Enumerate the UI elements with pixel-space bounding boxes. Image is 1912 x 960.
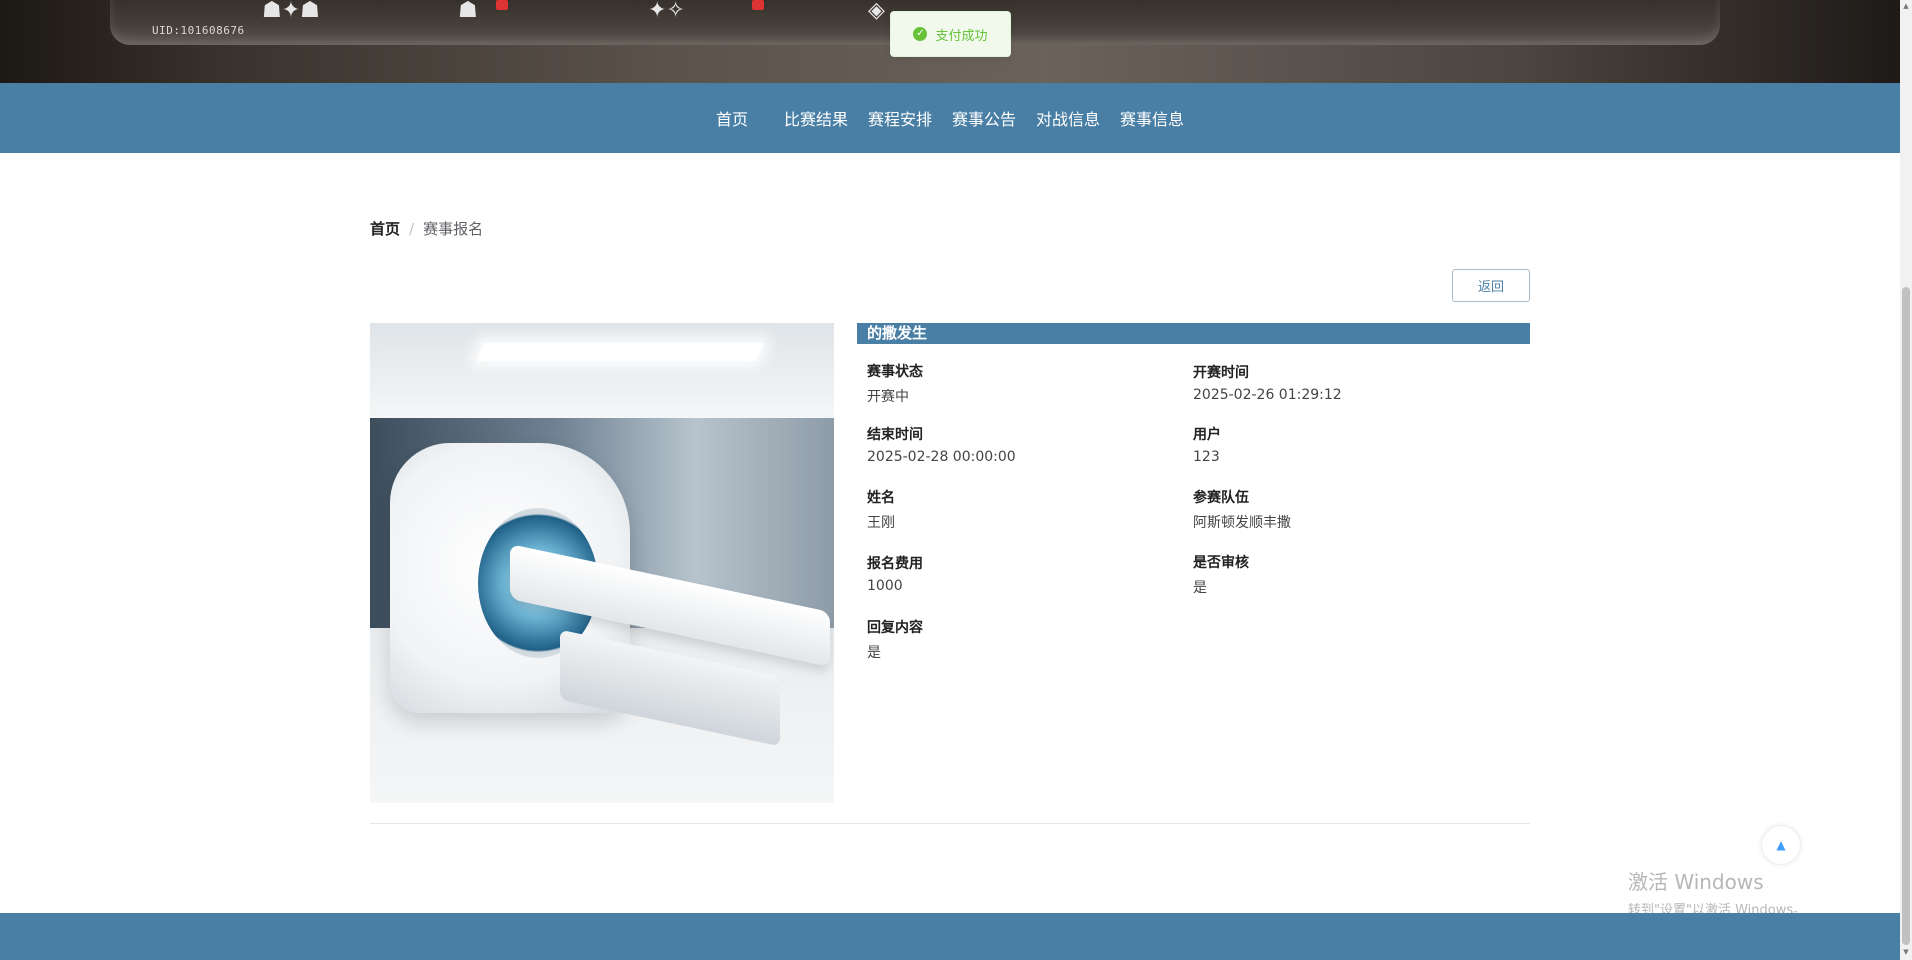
field-label: 结束时间 — [867, 427, 923, 443]
breadcrumb: 首页 / 赛事报名 — [370, 218, 483, 239]
field-value: 王刚 — [867, 515, 895, 531]
banner-decor-icon: ◈ — [868, 0, 885, 23]
field-team: 参赛队伍 阿斯顿发顺丰撒 — [1193, 487, 1291, 532]
field-start-time: 开赛时间 2025-02-26 01:29:12 — [1193, 362, 1342, 403]
page-footer — [0, 913, 1900, 960]
nav-item-match-results[interactable]: 比赛结果 — [784, 106, 848, 130]
banner-decor-icon: ☗✦☗ — [262, 0, 320, 23]
field-label: 开赛时间 — [1193, 365, 1249, 381]
field-user: 用户 123 — [1193, 424, 1221, 465]
scrollbar-thumb[interactable] — [1902, 287, 1910, 945]
nav-item-announcements[interactable]: 赛事公告 — [952, 106, 1016, 130]
detail-panel: 的撒发生 赛事状态 开赛中 开赛时间 2025-02-26 01:29:12 结… — [857, 323, 1530, 661]
breadcrumb-current: 赛事报名 — [423, 220, 484, 238]
success-toast: ✓ 支付成功 — [890, 11, 1011, 57]
scroll-up-arrow-icon[interactable]: ▲ — [1902, 2, 1910, 10]
field-fee: 报名费用 1000 — [867, 553, 923, 594]
field-name: 姓名 王刚 — [867, 487, 895, 532]
nav-item-event-info[interactable]: 赛事信息 — [1120, 106, 1184, 130]
field-value: 1000 — [867, 578, 903, 594]
windows-activation-watermark: 激活 Windows 转到"设置"以激活 Windows。 — [1628, 866, 1806, 918]
field-label: 用户 — [1193, 427, 1221, 443]
field-label: 参赛队伍 — [1193, 490, 1249, 506]
banner-decor-icon: ✦✧ — [648, 0, 685, 23]
nav-item-home[interactable]: 首页 — [716, 106, 748, 130]
field-value: 是 — [1193, 580, 1207, 596]
event-image — [370, 323, 834, 803]
field-value: 是 — [867, 645, 881, 661]
field-reply: 回复内容 是 — [867, 617, 923, 662]
breadcrumb-home-link[interactable]: 首页 — [370, 218, 400, 239]
field-reviewed: 是否审核 是 — [1193, 552, 1249, 597]
back-to-top-button[interactable]: ▲ — [1761, 825, 1801, 865]
field-end-time: 结束时间 2025-02-28 00:00:00 — [867, 424, 1016, 465]
nav-item-schedule[interactable]: 赛程安排 — [868, 106, 932, 130]
field-status: 赛事状态 开赛中 — [867, 361, 923, 406]
field-value: 2025-02-26 01:29:12 — [1193, 387, 1342, 403]
vertical-scrollbar[interactable]: ▲ ▼ — [1900, 0, 1912, 960]
back-button[interactable]: 返回 — [1452, 269, 1530, 302]
nav-item-matchups[interactable]: 对战信息 — [1036, 106, 1100, 130]
field-value: 2025-02-28 00:00:00 — [867, 449, 1016, 465]
field-value: 开赛中 — [867, 389, 909, 405]
check-circle-icon: ✓ — [913, 27, 928, 41]
field-value: 阿斯顿发顺丰撒 — [1193, 515, 1291, 531]
field-label: 赛事状态 — [867, 364, 923, 380]
field-label: 姓名 — [867, 490, 895, 506]
banner-red-marker — [752, 0, 764, 10]
main-navbar: 首页 比赛结果 赛程安排 赛事公告 对战信息 赛事信息 — [0, 83, 1900, 153]
field-label: 是否审核 — [1193, 555, 1249, 571]
caret-up-icon: ▲ — [1776, 838, 1786, 852]
toast-message: 支付成功 — [935, 28, 988, 44]
breadcrumb-separator: / — [409, 219, 415, 238]
field-value: 123 — [1193, 449, 1220, 465]
banner-red-marker — [496, 0, 508, 10]
image-ceiling — [370, 323, 834, 418]
watermark-title: 激活 Windows — [1628, 870, 1764, 894]
page: UID:101608676 ☗✦☗ ☗ ✦✧ ◈ ✓ 支付成功 首页 比赛结果 … — [0, 0, 1900, 960]
image-light — [476, 343, 764, 361]
content-divider — [370, 823, 1530, 824]
field-label: 报名费用 — [867, 556, 923, 572]
detail-title: 的撒发生 — [857, 323, 1530, 344]
field-label: 回复内容 — [867, 620, 923, 636]
banner-uid-text: UID:101608676 — [152, 24, 245, 37]
banner-decor-icon: ☗ — [458, 0, 478, 23]
scroll-down-arrow-icon[interactable]: ▼ — [1902, 948, 1910, 956]
